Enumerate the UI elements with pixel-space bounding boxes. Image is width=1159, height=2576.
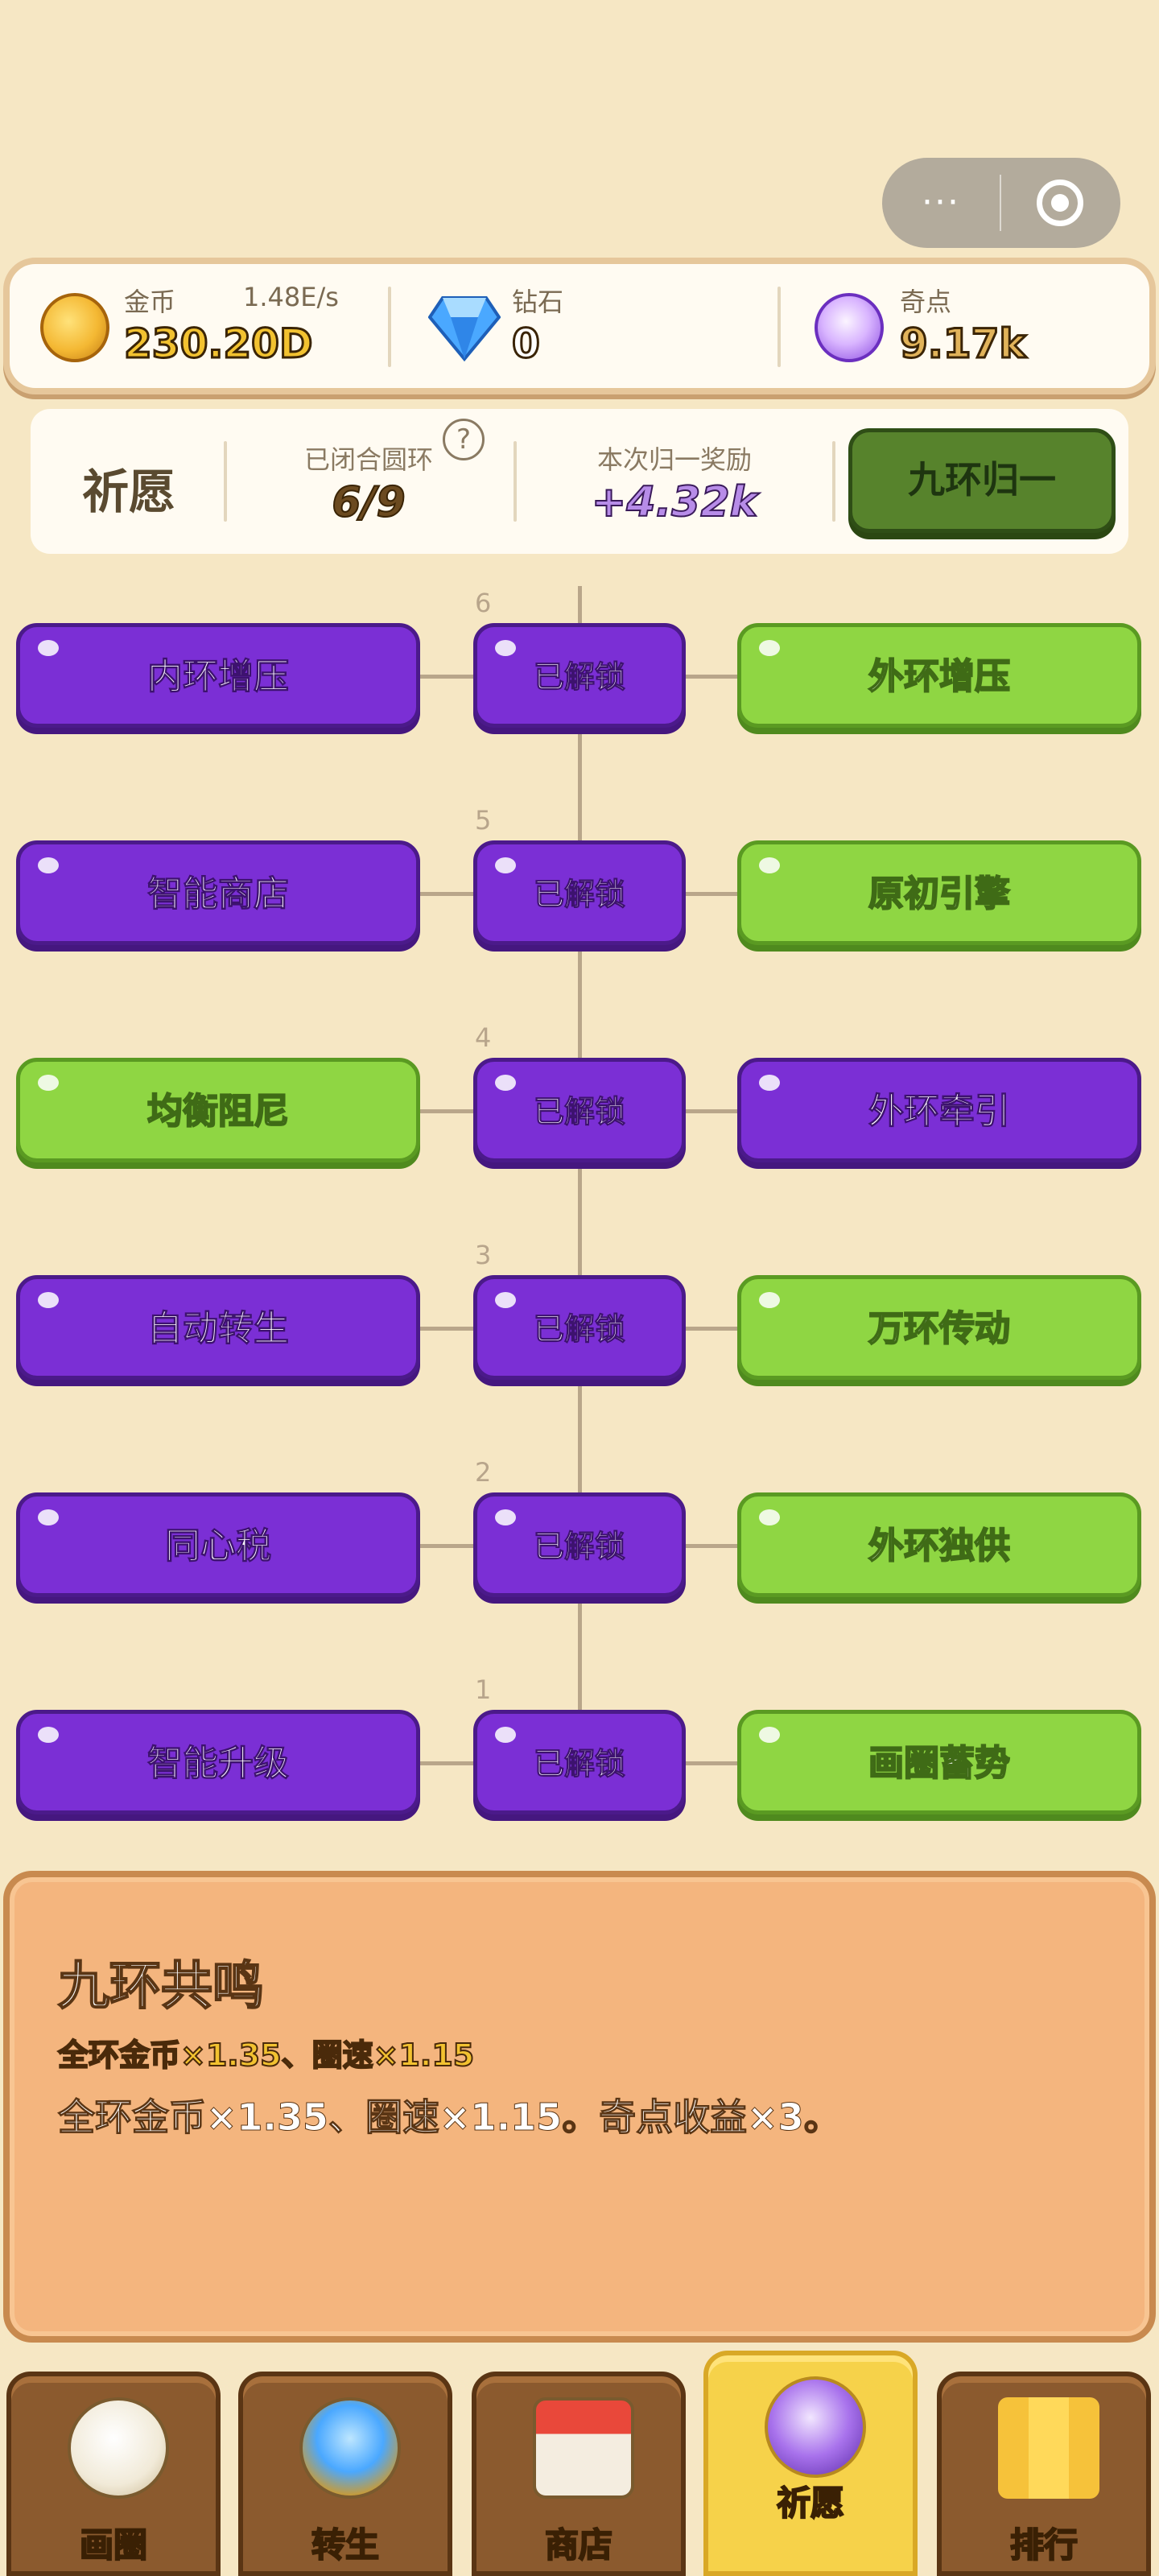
unlocked-node-button[interactable]: 已解锁 <box>473 1492 686 1597</box>
tab-label: 商店 <box>544 2524 613 2566</box>
tier-number: 3 <box>475 1240 492 1270</box>
tree-tier: 5 智能商店 已解锁 原初引擎 <box>0 805 1159 953</box>
nine-rings-unite-button[interactable]: 九环归一 <box>848 428 1116 533</box>
tree-tier: 1 智能升级 已解锁 画圈蓄势 <box>0 1674 1159 1823</box>
wish-title: 祈愿 <box>82 464 176 519</box>
skill-right-button[interactable]: 画圈蓄势 <box>737 1710 1141 1814</box>
tier-number: 5 <box>475 805 492 836</box>
gold-coin-icon <box>40 293 109 362</box>
closed-rings-value: 6/9 <box>331 477 406 527</box>
skill-left-button[interactable]: 智能升级 <box>16 1710 420 1814</box>
description-subtitle: 全环金币×1.35、圈速×1.15 <box>57 2037 475 2074</box>
tree-tier: 3 自动转生 已解锁 万环传动 <box>0 1240 1159 1388</box>
resource-bar: 金币 1.48E/s 230.20D 钻石 0 奇点 9.17k <box>3 258 1156 394</box>
skill-left-button[interactable]: 内环增压 <box>16 623 420 728</box>
tab-label: 转生 <box>311 2524 380 2566</box>
gold-label: 金币 <box>124 287 176 317</box>
skill-left-button[interactable]: 同心税 <box>16 1492 420 1597</box>
skill-right-button[interactable]: 原初引擎 <box>737 840 1141 945</box>
tab-rebirth[interactable]: 转生 <box>238 2372 452 2576</box>
tab-wish[interactable]: 祈愿 <box>703 2351 918 2576</box>
gold-rate: 1.48E/s <box>243 282 339 312</box>
bottom-nav: 画圈 转生 商店 祈愿 排行 <box>0 2351 1159 2576</box>
qidian-value: 9.17k <box>899 320 1028 369</box>
tab-label: 排行 <box>1009 2524 1079 2566</box>
podium-icon <box>998 2397 1099 2499</box>
panel-divider <box>514 441 517 522</box>
panel-divider <box>224 441 227 522</box>
tree-tier: 4 均衡阻尼 已解锁 外环牵引 <box>0 1022 1159 1170</box>
wish-orb-icon <box>765 2376 866 2478</box>
skill-right-button[interactable]: 外环牵引 <box>737 1058 1141 1162</box>
diamond-label: 钻石 <box>512 287 564 317</box>
reward-value: +4.32k <box>591 477 758 527</box>
more-icon[interactable]: ··· <box>882 158 1000 248</box>
skill-right-button[interactable]: 外环增压 <box>737 623 1141 728</box>
tier-number: 6 <box>475 588 492 618</box>
description-title: 九环共鸣 <box>57 1956 265 2017</box>
orb-icon <box>815 293 884 362</box>
skill-left-button[interactable]: 智能商店 <box>16 840 420 945</box>
tier-number: 1 <box>475 1674 492 1705</box>
tier-number: 4 <box>475 1022 492 1053</box>
tab-ranking[interactable]: 排行 <box>937 2372 1151 2576</box>
tab-draw-circle[interactable]: 画圈 <box>6 2372 221 2576</box>
unlocked-node-button[interactable]: 已解锁 <box>473 840 686 945</box>
tab-label: 祈愿 <box>776 2483 845 2524</box>
diamond-value: 0 <box>511 320 542 369</box>
skill-left-button[interactable]: 自动转生 <box>16 1275 420 1380</box>
qidian-label: 奇点 <box>900 287 952 317</box>
tab-shop[interactable]: 商店 <box>472 2372 686 2576</box>
skill-right-button[interactable]: 外环独供 <box>737 1492 1141 1597</box>
description-panel: 九环共鸣 全环金币×1.35、圈速×1.15 全环金币×1.35、圈速×1.15… <box>3 1871 1156 2343</box>
mini-program-capsule: ··· <box>882 158 1120 248</box>
reward-label: 本次归一奖励 <box>596 444 752 475</box>
unlocked-node-button[interactable]: 已解锁 <box>473 623 686 728</box>
diamond-resource: 钻石 0 <box>396 264 774 388</box>
qidian-resource: 奇点 9.17k <box>786 264 1156 388</box>
skill-left-button[interactable]: 均衡阻尼 <box>16 1058 420 1162</box>
help-icon[interactable]: ? <box>443 419 485 460</box>
diamond-icon <box>427 293 501 362</box>
tree-tier: 2 同心税 已解锁 外环独供 <box>0 1457 1159 1605</box>
tab-label: 画圈 <box>79 2524 148 2566</box>
shop-icon <box>533 2397 634 2499</box>
unlocked-node-button[interactable]: 已解锁 <box>473 1710 686 1814</box>
tree-tier: 6 内环增压 已解锁 外环增压 <box>0 588 1159 736</box>
unlocked-node-button[interactable]: 已解锁 <box>473 1275 686 1380</box>
target-icon <box>1037 180 1083 226</box>
skill-right-button[interactable]: 万环传动 <box>737 1275 1141 1380</box>
diamond-ring-icon <box>299 2397 401 2499</box>
close-capsule-button[interactable] <box>1001 180 1119 226</box>
description-body: 全环金币×1.35、圈速×1.15。奇点收益×3。 <box>58 2095 842 2140</box>
resource-divider <box>777 287 781 367</box>
resource-divider <box>388 287 391 367</box>
gold-value: 230.20D <box>122 320 313 369</box>
gold-resource: 金币 1.48E/s 230.20D <box>10 264 388 388</box>
wish-panel: 祈愿 已闭合圆环 ? 6/9 本次归一奖励 +4.32k 九环归一 <box>31 409 1128 554</box>
pencil-circle-icon <box>68 2397 169 2499</box>
unlocked-node-button[interactable]: 已解锁 <box>473 1058 686 1162</box>
panel-divider <box>832 441 835 522</box>
tier-number: 2 <box>475 1457 492 1488</box>
